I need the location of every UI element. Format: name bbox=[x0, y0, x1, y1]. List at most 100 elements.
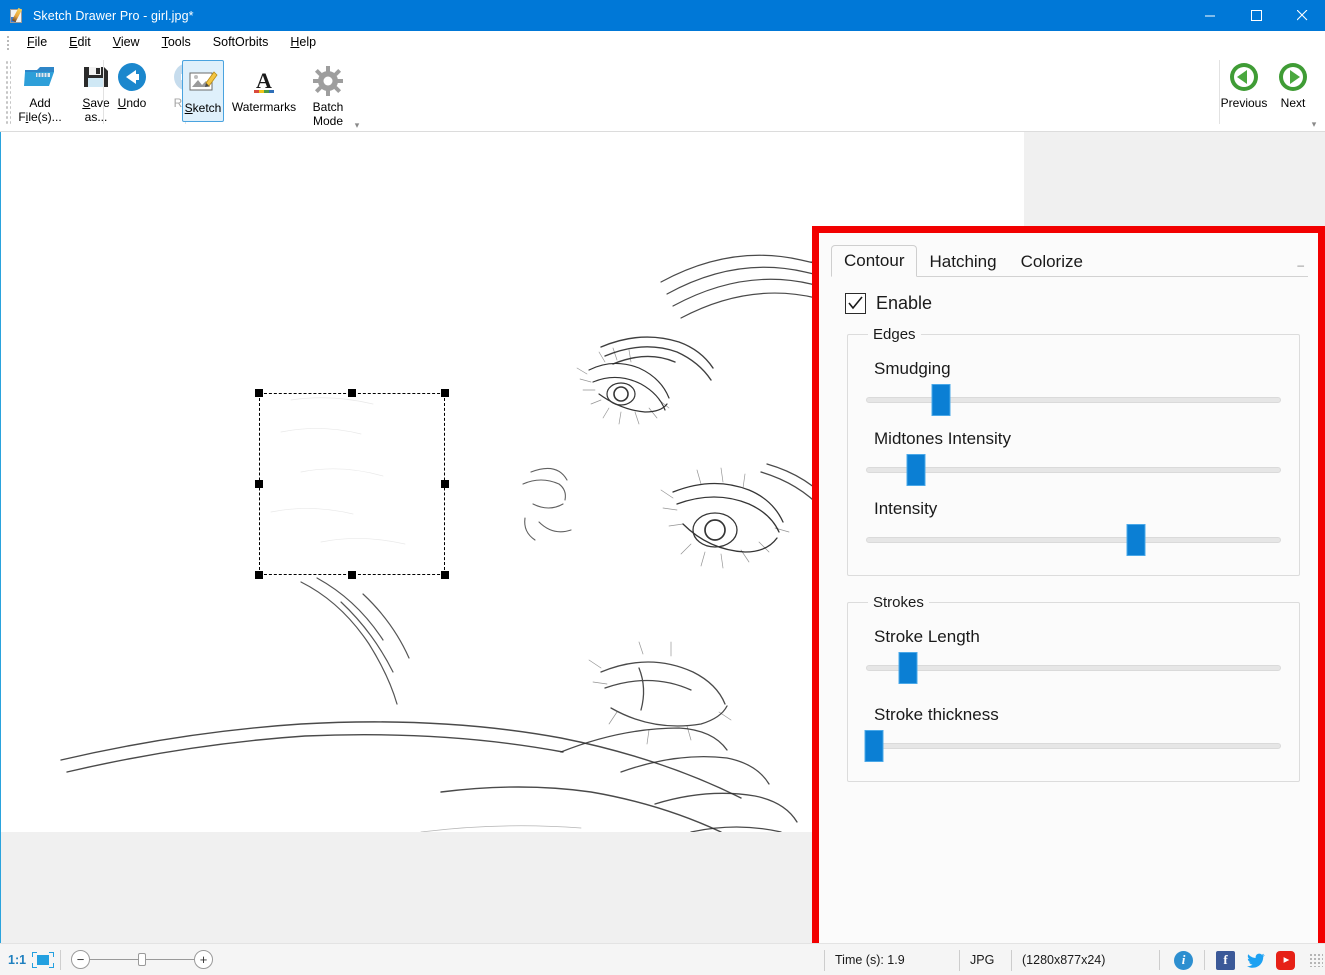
undo-label: Undo bbox=[118, 96, 147, 110]
enable-checkbox-row[interactable]: Enable bbox=[845, 293, 1318, 314]
resize-grip-icon[interactable] bbox=[1309, 953, 1323, 967]
gear-icon bbox=[313, 64, 343, 98]
toolbar-grip-icon bbox=[5, 60, 11, 124]
zoom-ratio-label: 1:1 bbox=[0, 953, 26, 967]
selection-handle-top-right[interactable] bbox=[441, 389, 449, 397]
smudging-track[interactable] bbox=[866, 397, 1281, 403]
toolbar-expand-icon[interactable]: ▾ bbox=[350, 118, 364, 132]
toolbar: Add File(s)... Save as... bbox=[0, 54, 1325, 132]
info-icon[interactable]: i bbox=[1174, 951, 1193, 970]
previous-label: Previous bbox=[1221, 96, 1268, 110]
menu-bar: File Edit View Tools SoftOrbits Help bbox=[0, 31, 1325, 54]
add-files-button[interactable]: Add File(s)... bbox=[12, 56, 68, 128]
menu-grip-icon bbox=[4, 34, 14, 50]
midtones-intensity-thumb[interactable] bbox=[906, 454, 925, 486]
batch-mode-label: Batch Mode bbox=[313, 100, 344, 128]
window-controls bbox=[1187, 0, 1325, 31]
zoom-out-button[interactable]: − bbox=[71, 950, 90, 969]
menu-label-tools: ools bbox=[168, 35, 191, 49]
menu-label-file: ile bbox=[35, 35, 48, 49]
navigation-expand-icon[interactable]: ▾ bbox=[1307, 117, 1321, 131]
intensity-track[interactable] bbox=[866, 537, 1281, 543]
menu-item-file[interactable]: File bbox=[16, 33, 58, 51]
contour-settings-panel: Contour Hatching Colorize ‒ Enable Edges… bbox=[812, 226, 1325, 943]
selection-handle-bottom-left[interactable] bbox=[255, 571, 263, 579]
intensity-slider[interactable] bbox=[866, 523, 1281, 557]
menu-item-view[interactable]: View bbox=[102, 33, 151, 51]
smudging-slider[interactable] bbox=[866, 383, 1281, 417]
batch-mode-button[interactable]: Batch Mode bbox=[300, 60, 356, 132]
zoom-slider-knob[interactable] bbox=[138, 953, 146, 966]
facebook-icon[interactable]: f bbox=[1216, 951, 1235, 970]
stroke-length-slider[interactable] bbox=[866, 651, 1281, 685]
maximize-icon[interactable] bbox=[1233, 0, 1279, 31]
tab-contour[interactable]: Contour bbox=[831, 245, 917, 277]
menu-item-tools[interactable]: Tools bbox=[151, 33, 202, 51]
intensity-label: Intensity bbox=[874, 499, 1281, 519]
menu-label-edit: dit bbox=[78, 35, 91, 49]
file-format-label: JPG bbox=[959, 950, 1011, 971]
menu-item-edit[interactable]: Edit bbox=[58, 33, 102, 51]
menu-label-help: elp bbox=[299, 35, 316, 49]
enable-checkbox[interactable] bbox=[845, 293, 866, 314]
svg-text:A: A bbox=[256, 68, 272, 93]
midtones-intensity-label: Midtones Intensity bbox=[874, 429, 1281, 449]
edges-legend: Edges bbox=[868, 326, 921, 343]
canvas-area[interactable]: Toolbox ✕ Style Realistic ▼ Presets bbox=[0, 132, 1325, 943]
title-bar: Sketch Drawer Pro - girl.jpg* bbox=[0, 0, 1325, 31]
settings-tabs: Contour Hatching Colorize ‒ bbox=[831, 241, 1308, 277]
status-bar-right: Time (s): 1.9 JPG (1280x877x24) i f bbox=[824, 944, 1325, 975]
twitter-icon[interactable] bbox=[1246, 951, 1265, 970]
next-label: Next bbox=[1281, 96, 1306, 110]
smudging-thumb[interactable] bbox=[931, 384, 950, 416]
stroke-thickness-thumb[interactable] bbox=[865, 730, 884, 762]
zoom-control[interactable]: − + bbox=[71, 950, 213, 969]
tab-colorize[interactable]: Colorize bbox=[1009, 247, 1095, 277]
processing-time-label: Time (s): 1.9 bbox=[824, 950, 959, 971]
stroke-length-track[interactable] bbox=[866, 665, 1281, 671]
strokes-legend: Strokes bbox=[868, 594, 929, 611]
sketch-label: Sketch bbox=[185, 101, 222, 115]
undo-arrow-icon bbox=[116, 60, 148, 94]
zoom-in-button[interactable]: + bbox=[194, 950, 213, 969]
sketch-pencil-icon bbox=[188, 65, 218, 99]
strokes-group: Strokes Stroke Length Stroke thickness bbox=[847, 594, 1300, 782]
window-title: Sketch Drawer Pro - girl.jpg* bbox=[33, 9, 194, 23]
close-icon[interactable] bbox=[1279, 0, 1325, 31]
stroke-length-thumb[interactable] bbox=[898, 652, 917, 684]
selection-handle-bottom-middle[interactable] bbox=[348, 571, 356, 579]
image-dimensions-label: (1280x877x24) bbox=[1011, 950, 1159, 971]
sketch-app-icon bbox=[9, 8, 25, 24]
stroke-thickness-label: Stroke thickness bbox=[874, 705, 1281, 725]
fit-to-screen-icon[interactable] bbox=[32, 952, 54, 968]
selection-handle-top-middle[interactable] bbox=[348, 389, 356, 397]
stroke-thickness-track[interactable] bbox=[866, 743, 1281, 749]
previous-button[interactable]: Previous bbox=[1218, 56, 1270, 128]
selection-handle-bottom-right[interactable] bbox=[441, 571, 449, 579]
menu-label-view: iew bbox=[121, 35, 140, 49]
midtones-intensity-track[interactable] bbox=[866, 467, 1281, 473]
menu-item-help[interactable]: Help bbox=[279, 33, 327, 51]
stroke-thickness-slider[interactable] bbox=[866, 729, 1281, 763]
social-links: i f bbox=[1159, 950, 1307, 970]
undo-button[interactable]: Undo bbox=[104, 56, 160, 128]
minimize-icon[interactable] bbox=[1187, 0, 1233, 31]
midtones-intensity-slider[interactable] bbox=[866, 453, 1281, 487]
letter-a-icon: A bbox=[249, 64, 279, 98]
intensity-thumb[interactable] bbox=[1126, 524, 1145, 556]
tab-hatching[interactable]: Hatching bbox=[917, 247, 1008, 277]
status-bar: 1:1 − + Time (s): 1.9 JPG (1280x877x24) … bbox=[0, 943, 1325, 975]
enable-label: Enable bbox=[876, 293, 932, 314]
green-left-arrow-icon bbox=[1228, 60, 1260, 94]
menu-item-softorbits[interactable]: SoftOrbits bbox=[202, 33, 280, 51]
edges-group: Edges Smudging Midtones Intensity Intens… bbox=[847, 326, 1300, 576]
watermarks-button[interactable]: A Watermarks bbox=[228, 60, 300, 132]
green-right-arrow-icon bbox=[1277, 60, 1309, 94]
panel-minimize-icon[interactable]: ‒ bbox=[1297, 258, 1308, 276]
selection-handle-middle-right[interactable] bbox=[441, 480, 449, 488]
sketch-button[interactable]: Sketch bbox=[182, 60, 224, 122]
selection-handle-top-left[interactable] bbox=[255, 389, 263, 397]
selection-marquee[interactable] bbox=[259, 393, 445, 575]
youtube-icon[interactable] bbox=[1276, 951, 1295, 970]
selection-handle-middle-left[interactable] bbox=[255, 480, 263, 488]
